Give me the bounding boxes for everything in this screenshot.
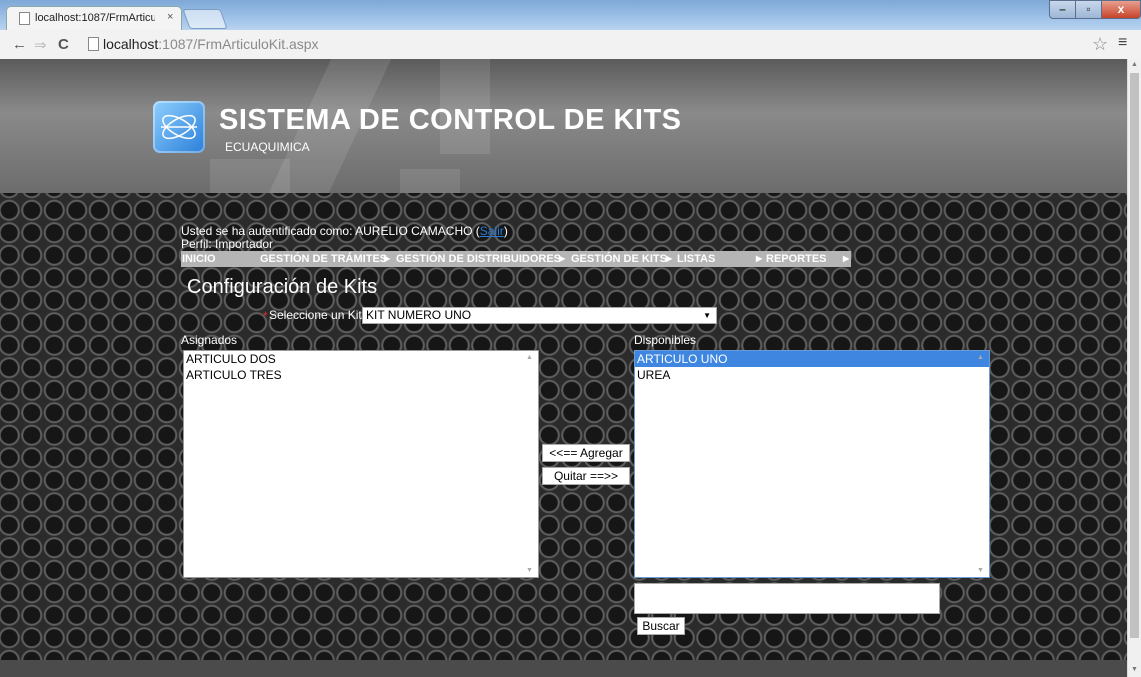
search-input[interactable] bbox=[634, 583, 940, 614]
nav-arrow-icon: ▶ bbox=[756, 254, 763, 263]
scroll-up-icon[interactable]: ▲ bbox=[1131, 61, 1138, 68]
scroll-down-icon[interactable]: ▼ bbox=[526, 567, 533, 574]
page-title: Configuración de Kits bbox=[187, 276, 378, 298]
list-item[interactable]: UREA bbox=[635, 367, 989, 383]
site-title: SISTEMA DE CONTROL DE KITS bbox=[219, 104, 682, 136]
nav-item-gestion-tramites[interactable]: GESTIÓN DE TRÁMITES bbox=[260, 253, 387, 265]
kit-select-label: Seleccione un Kit bbox=[269, 308, 362, 322]
asignados-listbox[interactable]: ARTICULO DOS ARTICULO TRES ▲ ▼ bbox=[183, 350, 539, 578]
chevron-down-icon: ▼ bbox=[703, 311, 711, 320]
nav-arrow-icon: ▶ bbox=[666, 254, 673, 263]
minimize-button[interactable]: – bbox=[1049, 0, 1076, 19]
search-button[interactable]: Buscar bbox=[637, 617, 685, 635]
window-titlebar: localhost:1087/FrmArticul × – ▫ x bbox=[0, 0, 1141, 30]
menu-icon[interactable]: ≡ bbox=[1118, 34, 1127, 52]
browser-toolbar: ← ⇒ C localhost:1087/FrmArticuloKit.aspx… bbox=[0, 30, 1141, 60]
nav-item-gestion-distribuidores[interactable]: GESTIÓN DE DISTRIBUIDORES bbox=[396, 253, 561, 265]
page-viewport: SISTEMA DE CONTROL DE KITS ECUAQUIMICA U… bbox=[0, 59, 1127, 677]
forward-icon[interactable]: ⇒ bbox=[34, 36, 47, 54]
scroll-down-icon[interactable]: ▼ bbox=[977, 567, 984, 574]
kit-select-value: KIT NUMERO UNO bbox=[366, 308, 472, 322]
nav-item-inicio[interactable]: INICIO bbox=[182, 253, 216, 265]
logo-icon bbox=[153, 101, 205, 153]
back-icon[interactable]: ← bbox=[12, 36, 27, 53]
nav-item-listas[interactable]: LISTAS bbox=[677, 253, 715, 265]
scrollbar-thumb[interactable] bbox=[1130, 73, 1139, 638]
scroll-up-icon[interactable]: ▲ bbox=[526, 354, 533, 361]
remove-button[interactable]: Quitar ==>> bbox=[542, 467, 630, 485]
main-nav: INICIO GESTIÓN DE TRÁMITES ▶ GESTIÓN DE … bbox=[181, 251, 851, 267]
url-path: :1087/FrmArticuloKit.aspx bbox=[158, 36, 319, 52]
close-tab-icon[interactable]: × bbox=[167, 11, 173, 23]
maximize-button[interactable]: ▫ bbox=[1075, 0, 1102, 19]
nav-arrow-icon: ▶ bbox=[384, 254, 391, 263]
auth-suffix: ) bbox=[503, 224, 508, 238]
logout-link[interactable]: Salir bbox=[480, 224, 504, 238]
list-item[interactable]: ARTICULO UNO bbox=[635, 351, 989, 367]
scroll-down-icon[interactable]: ▼ bbox=[1131, 666, 1138, 673]
nav-item-reportes[interactable]: REPORTES bbox=[766, 253, 827, 265]
profile-text: Perfil: Importador bbox=[181, 237, 274, 251]
listbox-scrollbar[interactable]: ▲ ▼ bbox=[973, 351, 989, 577]
site-header: SISTEMA DE CONTROL DE KITS ECUAQUIMICA bbox=[0, 59, 1127, 193]
address-bar[interactable]: localhost:1087/FrmArticuloKit.aspx bbox=[103, 36, 319, 52]
page-icon bbox=[19, 12, 30, 25]
site-subtitle: ECUAQUIMICA bbox=[225, 140, 310, 154]
browser-tab[interactable]: localhost:1087/FrmArticul × bbox=[6, 6, 182, 30]
required-mark: * bbox=[263, 309, 268, 323]
list-item[interactable]: ARTICULO DOS bbox=[184, 351, 538, 367]
nav-item-gestion-kits[interactable]: GESTIÓN DE KITS bbox=[571, 253, 667, 265]
nav-arrow-icon: ▶ bbox=[843, 254, 850, 263]
listbox-scrollbar[interactable]: ▲ ▼ bbox=[522, 351, 538, 577]
page-icon bbox=[88, 37, 99, 51]
close-window-button[interactable]: x bbox=[1101, 0, 1141, 19]
reload-icon[interactable]: C bbox=[58, 36, 69, 53]
footer-bar bbox=[0, 660, 1127, 677]
tab-title: localhost:1087/FrmArticul bbox=[35, 12, 155, 24]
kit-select[interactable]: KIT NUMERO UNO ▼ bbox=[362, 307, 717, 324]
url-host: localhost bbox=[103, 36, 159, 52]
list-item[interactable]: ARTICULO TRES bbox=[184, 367, 538, 383]
add-button[interactable]: <<== Agregar bbox=[542, 444, 630, 462]
nav-arrow-icon: ▶ bbox=[559, 254, 566, 263]
new-tab-button[interactable] bbox=[182, 9, 228, 29]
disponibles-label: Disponibles bbox=[634, 333, 697, 347]
auth-text: Usted se ha autentificado como: AURELIO … bbox=[181, 224, 480, 238]
disponibles-listbox[interactable]: ARTICULO UNO UREA ▲ ▼ bbox=[634, 350, 990, 578]
page-scrollbar[interactable]: ▲ ▼ bbox=[1127, 59, 1141, 677]
auth-info: Usted se ha autentificado como: AURELIO … bbox=[181, 224, 508, 238]
scroll-up-icon[interactable]: ▲ bbox=[977, 354, 984, 361]
bookmark-star-icon[interactable]: ☆ bbox=[1092, 34, 1108, 55]
asignados-label: Asignados bbox=[181, 333, 238, 347]
